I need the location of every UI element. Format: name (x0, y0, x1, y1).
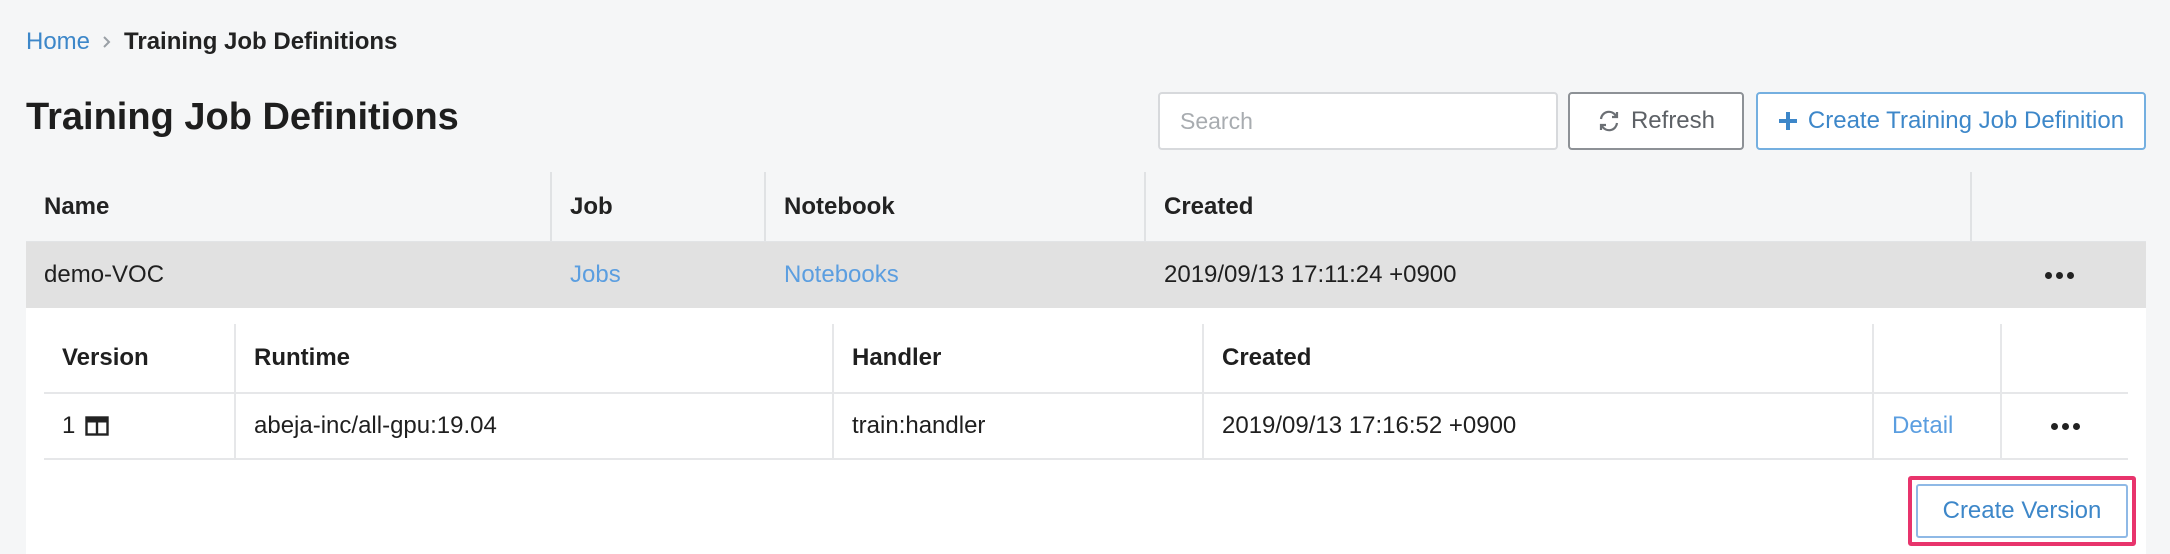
column-header-name[interactable]: Name (26, 172, 552, 241)
definition-actions-cell (1972, 242, 2146, 308)
breadcrumb: Home Training Job Definitions (26, 24, 397, 60)
table-row[interactable]: demo-VOC Jobs Notebooks 2019/09/13 17:11… (26, 242, 2146, 308)
more-options-icon[interactable] (2050, 422, 2080, 430)
column-header-version-actions (2002, 324, 2128, 392)
versions-header-row: Version Runtime Handler Created (44, 324, 2128, 394)
create-training-job-definition-label: Create Training Job Definition (1807, 107, 2125, 134)
refresh-button[interactable]: Refresh (1568, 92, 1744, 150)
column-header-created[interactable]: Created (1146, 172, 1972, 241)
version-row[interactable]: 1 abeja-inc/all-gpu:19.04 train:handler … (44, 394, 2128, 460)
page-title: Training Job Definitions (26, 96, 459, 138)
breadcrumb-current: Training Job Definitions (124, 28, 398, 55)
search-input[interactable] (1158, 92, 1558, 150)
definition-name: demo-VOC (44, 261, 165, 288)
column-header-notebook: Notebook (766, 172, 1146, 241)
table-header-row: Name Job Notebook Created (26, 172, 2146, 242)
column-header-version: Version (44, 324, 236, 392)
column-header-detail (1874, 324, 2002, 392)
table-icon (85, 416, 110, 436)
refresh-icon (1597, 109, 1621, 133)
definitions-table: Name Job Notebook Created demo-VOC Jobs … (26, 172, 2146, 554)
create-training-job-definition-button[interactable]: Create Training Job Definition (1756, 92, 2146, 150)
version-cell: 1 (44, 394, 236, 458)
version-actions-cell (2002, 394, 2128, 458)
more-options-icon[interactable] (2044, 271, 2074, 279)
notebooks-link[interactable]: Notebooks (784, 261, 899, 289)
column-header-version-created: Created (1204, 324, 1874, 392)
plus-icon (1778, 111, 1798, 131)
column-header-job: Job (552, 172, 766, 241)
job-cell: Jobs (552, 242, 766, 308)
definition-created: 2019/09/13 17:11:24 +0900 (1164, 261, 1457, 288)
version-runtime: abeja-inc/all-gpu:19.04 (236, 394, 834, 458)
version-created: 2019/09/13 17:16:52 +0900 (1204, 394, 1874, 458)
version-handler: train:handler (834, 394, 1204, 458)
detail-cell: Detail (1874, 394, 2002, 458)
column-header-runtime: Runtime (236, 324, 834, 392)
column-header-handler: Handler (834, 324, 1204, 392)
refresh-label: Refresh (1630, 107, 1716, 134)
notebook-cell: Notebooks (766, 242, 1146, 308)
version-number: 1 (62, 412, 76, 439)
create-version-button[interactable]: Create Version (1916, 484, 2128, 538)
detail-link[interactable]: Detail (1892, 412, 1953, 440)
highlight-frame: Create Version (1908, 476, 2136, 546)
breadcrumb-home-link[interactable]: Home (26, 28, 90, 56)
column-header-actions (1972, 172, 2146, 241)
chevron-right-icon (102, 35, 112, 49)
jobs-link[interactable]: Jobs (570, 261, 621, 289)
